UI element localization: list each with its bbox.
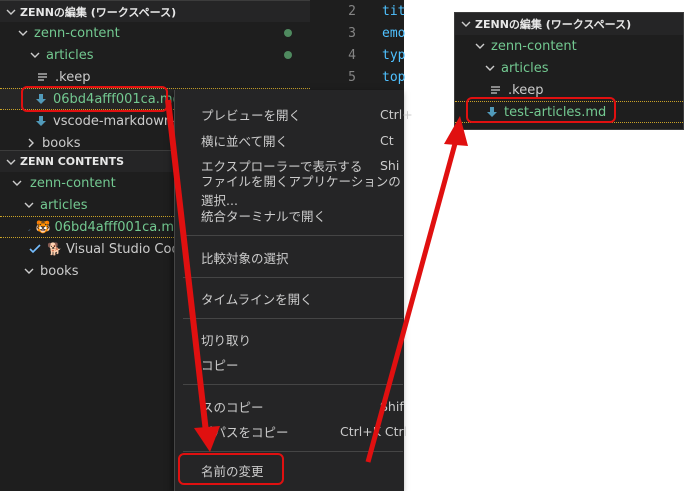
tree-item-label: 06bd4afff001ca.m (54, 219, 174, 235)
code-line: typ (382, 48, 406, 63)
chevron-down-icon (10, 176, 24, 190)
contents-item-article-1[interactable]: 🐯 06bd4afff001ca.m (0, 216, 174, 238)
modified-dot-icon (284, 51, 292, 59)
menu-item-open-with[interactable]: ファイルを開くアプリケーションの選択... (175, 174, 405, 208)
check-icon (28, 242, 42, 256)
tree-item-label: .keep (55, 69, 91, 85)
inset-item-articles[interactable]: articles (455, 57, 549, 79)
line-number: 2 (348, 4, 356, 19)
modified-dot-icon (284, 29, 292, 37)
menu-separator (183, 318, 403, 319)
menu-item-cut[interactable]: 切り取り (175, 327, 405, 351)
menu-item-open-timeline[interactable]: タイムラインを開く (175, 286, 405, 310)
inset-section-header[interactable]: ZENNの編集 (ワークスペース) (455, 13, 683, 35)
chevron-right-icon (24, 136, 38, 150)
inset-item-zenn-content[interactable]: zenn-content (455, 35, 577, 57)
dog-emoji-icon: 🐕 (47, 242, 62, 256)
menu-item-copy[interactable]: コピー (175, 352, 405, 376)
tree-item-label: zenn-content (34, 25, 120, 41)
chevron-down-icon (459, 17, 473, 31)
pencil-icon (28, 220, 31, 234)
tree-item-vscode-file[interactable]: vscode-markdown-al (0, 110, 188, 132)
code-line: emo (382, 26, 406, 41)
contents-item-articles[interactable]: articles (0, 194, 88, 216)
menu-item-label: スのコピー (201, 399, 264, 415)
chevron-down-icon (4, 155, 18, 169)
chevron-down-icon (22, 198, 36, 212)
highlight-box-rename-item (178, 453, 284, 485)
code-line: tit (382, 4, 406, 19)
contents-item-zenn-content[interactable]: zenn-content (0, 172, 116, 194)
tree-item-label: books (42, 135, 81, 151)
menu-item-open-preview[interactable]: プレビューを開く Ctrl+ (175, 102, 413, 126)
inset-title: ZENNの編集 (ワークスペース) (475, 18, 632, 31)
chevron-down-icon (483, 61, 497, 75)
menu-item-shortcut: Ctrl+ (380, 106, 413, 122)
chevron-down-icon (22, 264, 36, 278)
chevron-down-icon (28, 48, 42, 62)
tree-item-zenn-content[interactable]: zenn-content (0, 22, 120, 44)
highlight-box-renamed-file (466, 97, 616, 123)
menu-item-label: 対パスをコピー (201, 424, 289, 440)
tree-item-label: Visual Studio Cod (65, 241, 180, 257)
menu-item-copy-relative-path[interactable]: 対パスをコピー Ctrl+K Ctrl (175, 419, 408, 443)
chevron-down-icon (4, 5, 18, 19)
menu-separator (183, 235, 403, 236)
menu-item-label: タイムラインを開く (201, 291, 313, 307)
tiger-emoji-icon: 🐯 (35, 220, 51, 234)
highlight-box-original-file (21, 86, 168, 112)
menu-item-open-in-terminal[interactable]: 統合ターミナルで開く (175, 203, 405, 227)
menu-item-label: プレビューを開く (201, 107, 302, 123)
menu-item-copy-path[interactable]: スのコピー Shif (175, 394, 405, 418)
tree-item-label: zenn-content (491, 38, 577, 54)
menu-item-label: コピー (201, 357, 239, 373)
contents-item-article-2[interactable]: 🐕 Visual Studio Cod (0, 238, 180, 260)
menu-item-select-for-compare[interactable]: 比較対象の選択 (175, 245, 405, 269)
tree-item-label: zenn-content (30, 175, 116, 191)
contents-item-books[interactable]: books (0, 260, 78, 282)
tree-item-articles[interactable]: articles (0, 44, 94, 66)
menu-item-shortcut: Ct (380, 132, 394, 148)
menu-separator (183, 384, 403, 385)
tree-item-keep[interactable]: .keep (0, 66, 90, 88)
line-number: 4 (348, 48, 356, 63)
editor-fragment[interactable]: 2 tit 3 emo 4 typ 5 top (310, 0, 406, 90)
menu-separator (183, 451, 403, 452)
tree-item-label: .keep (508, 82, 544, 98)
workspace-section-header[interactable]: ZENNの編集 (ワークスペース) (0, 0, 310, 22)
tree-item-label: articles (40, 197, 88, 213)
line-number: 3 (348, 26, 356, 41)
tree-item-label: articles (46, 47, 94, 63)
menu-item-label: 切り取り (201, 332, 252, 348)
menu-item-shortcut: Ctrl+K Ctrl (340, 423, 408, 439)
contents-title: ZENN CONTENTS (20, 155, 125, 168)
lines-file-icon (36, 70, 50, 84)
menu-item-label: 統合ターミナルで開く (201, 208, 327, 224)
tree-item-label: vscode-markdown-al (53, 113, 189, 129)
context-menu: プレビューを開く Ctrl+ 横に並べて開く Ct エクスプローラーで表示する … (174, 90, 413, 491)
menu-separator (183, 277, 403, 278)
lines-file-icon (489, 83, 503, 97)
tree-item-label: articles (501, 60, 549, 76)
menu-item-label: 横に並べて開く (201, 133, 289, 149)
menu-item-open-to-side[interactable]: 横に並べて開く Ct (175, 128, 405, 152)
menu-item-label: 比較対象の選択 (201, 250, 289, 266)
markdown-download-icon (34, 114, 48, 128)
chevron-down-icon (16, 26, 30, 40)
chevron-down-icon (473, 39, 487, 53)
line-number: 5 (348, 70, 356, 85)
code-line: top (382, 70, 406, 85)
tree-item-label: books (40, 263, 79, 279)
workspace-title: ZENNの編集 (ワークスペース) (20, 5, 177, 19)
menu-item-shortcut: Shif (380, 398, 404, 414)
